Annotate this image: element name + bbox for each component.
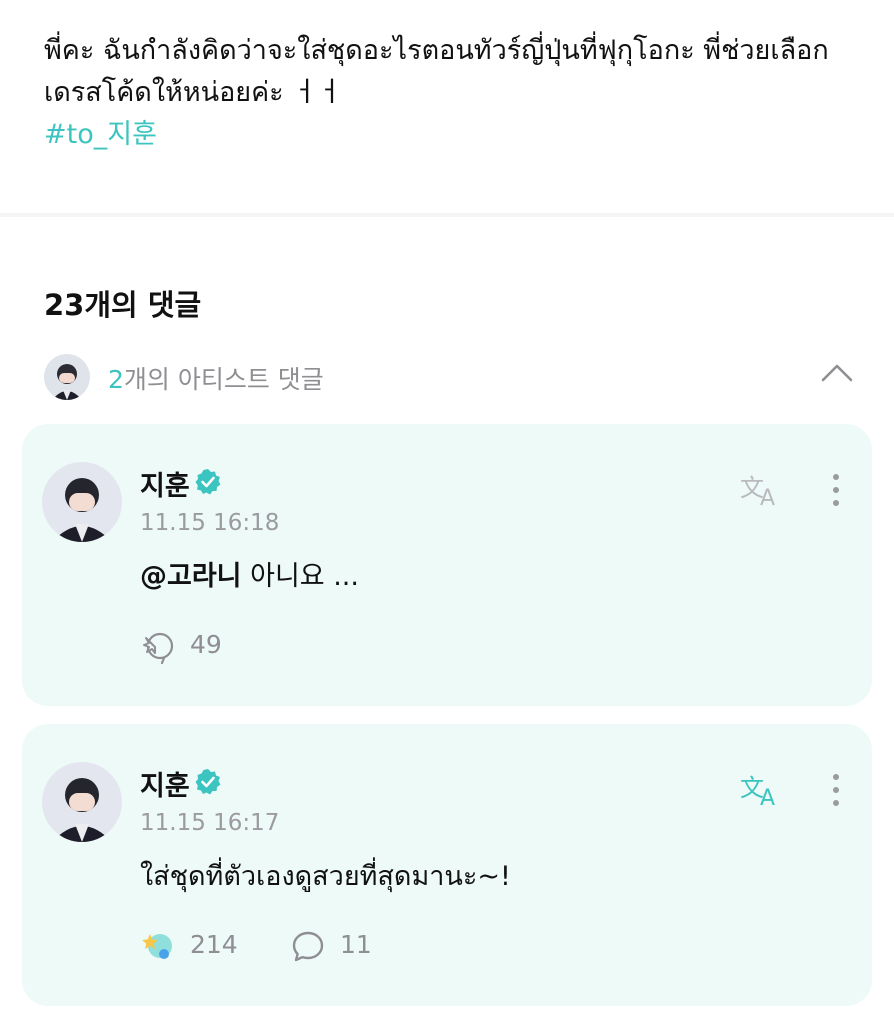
artist-comments-label-text: 개의 아티스트 댓글 bbox=[123, 365, 324, 394]
section-divider bbox=[0, 213, 894, 217]
reaction-button[interactable]: 49 bbox=[140, 628, 260, 664]
comment-text-body: 아니요 ... bbox=[241, 561, 359, 592]
reaction-empty-icon bbox=[143, 632, 174, 664]
reaction-filled-icon bbox=[142, 934, 172, 959]
comment-text: ใส่ชุดที่ตัวเองดูสวยที่สุดมานะ~! bbox=[140, 861, 511, 892]
artist-comment-card: 지훈 11.15 16:17 ใส่ชุดที่ตัวเองดูสวยที่สุ… bbox=[22, 724, 872, 1006]
comment-timestamp: 11.15 16:17 bbox=[140, 810, 280, 836]
post-text: พี่คะ ฉันกำลังคิดว่าจะใส่ชุดอะไรตอนทัวร์… bbox=[44, 35, 829, 108]
comment-mention[interactable]: @고라니 bbox=[140, 561, 242, 592]
comment-text: @고라니 아니요 ... bbox=[140, 554, 359, 593]
post-hashtag[interactable]: #to_지훈 bbox=[44, 114, 157, 156]
translate-icon[interactable]: 文 A bbox=[740, 472, 784, 508]
reaction-button[interactable]: 214 bbox=[140, 928, 260, 964]
comment-author[interactable]: 지훈 bbox=[140, 464, 190, 503]
translate-icon[interactable]: 文 A bbox=[740, 772, 784, 808]
reply-count: 11 bbox=[340, 930, 372, 959]
avatar[interactable] bbox=[42, 462, 122, 542]
comment-bubble-icon bbox=[292, 931, 324, 962]
artist-comments-toggle[interactable]: 2개의 아티스트 댓글 bbox=[44, 352, 864, 400]
more-options-icon[interactable] bbox=[830, 772, 842, 808]
comment-count-heading: 23개의 댓글 bbox=[44, 288, 202, 322]
verified-badge-icon bbox=[195, 469, 221, 495]
reaction-count: 49 bbox=[190, 630, 222, 659]
reply-button[interactable]: 11 bbox=[290, 928, 390, 964]
svg-text:A: A bbox=[760, 486, 775, 508]
artist-avatar bbox=[44, 354, 90, 400]
more-options-icon[interactable] bbox=[830, 472, 842, 508]
svg-text:A: A bbox=[760, 786, 775, 808]
artist-comments-label: 2개의 아티스트 댓글 bbox=[108, 360, 324, 396]
verified-badge-icon bbox=[195, 769, 221, 795]
post-body: พี่คะ ฉันกำลังคิดว่าจะใส่ชุดอะไรตอนทัวร์… bbox=[44, 30, 844, 156]
avatar[interactable] bbox=[42, 762, 122, 842]
chevron-up-icon[interactable] bbox=[820, 360, 854, 386]
artist-comment-card: 지훈 11.15 16:18 @고라니 아니요 ... 文 A 49 bbox=[22, 424, 872, 706]
comment-author[interactable]: 지훈 bbox=[140, 764, 190, 803]
comment-timestamp: 11.15 16:18 bbox=[140, 510, 280, 536]
reaction-count: 214 bbox=[190, 930, 238, 959]
artist-comments-count: 2 bbox=[108, 365, 124, 394]
